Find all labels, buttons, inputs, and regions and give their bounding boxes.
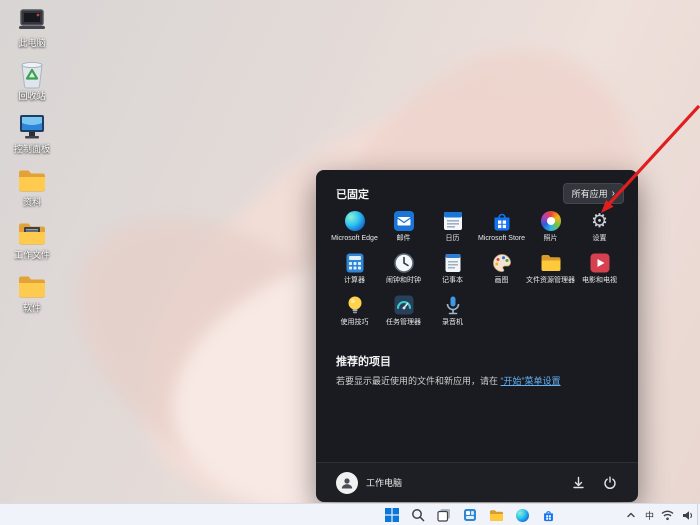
- desktop-icon-folder-2[interactable]: 工作文件: [2, 218, 62, 260]
- app-label: 计算器: [344, 277, 365, 284]
- app-label: 录音机: [442, 319, 463, 326]
- widgets-button[interactable]: [462, 507, 478, 523]
- start-menu-footer-actions: [570, 475, 618, 491]
- all-apps-button[interactable]: 所有应用 ›: [562, 183, 624, 204]
- taskbar-system-tray: 中: [625, 504, 694, 525]
- app-calendar[interactable]: 日历: [428, 210, 477, 243]
- app-movies-tv[interactable]: 电影和电视: [575, 252, 624, 285]
- notepad-icon: [442, 252, 464, 274]
- desktop-icon-control-panel[interactable]: 控制面板: [2, 112, 62, 154]
- app-photos[interactable]: 照片: [526, 210, 575, 243]
- app-label: 画图: [494, 277, 509, 284]
- recycle-bin-icon: [16, 59, 48, 89]
- download-updates-icon[interactable]: [570, 475, 586, 491]
- search-button[interactable]: [410, 507, 426, 523]
- pinned-app-grid: Microsoft Edge 邮件 日历 Microsoft Store 照片 …: [330, 210, 624, 327]
- app-notepad[interactable]: 记事本: [428, 252, 477, 285]
- folder-icon: [16, 271, 48, 301]
- taskbar-center-icons: [384, 504, 556, 525]
- desktop-screen: 此电脑 回收站 控制面板 资料 工作文件 软件 已固定 所有应用 › Micro…: [0, 0, 700, 525]
- app-label: 文件资源管理器: [526, 277, 575, 284]
- store-taskbar-button[interactable]: [540, 507, 556, 523]
- desktop-icon-label: 资料: [22, 197, 41, 207]
- desktop-icon-label: 软件: [22, 303, 41, 313]
- app-label: 使用技巧: [340, 319, 369, 326]
- user-name-label: 工作电脑: [366, 478, 403, 488]
- app-tips[interactable]: 使用技巧: [330, 294, 379, 327]
- app-label: Microsoft Edge: [331, 235, 378, 242]
- start-button[interactable]: [384, 507, 400, 523]
- monitor-icon: [16, 112, 48, 142]
- start-menu-footer: 工作电脑: [316, 462, 638, 502]
- desktop-icon-column: 此电脑 回收站 控制面板 资料 工作文件 软件: [2, 6, 64, 324]
- tray-chevron-up-icon[interactable]: [625, 509, 638, 522]
- power-button[interactable]: [602, 475, 618, 491]
- pinned-section-title: 已固定: [336, 188, 369, 201]
- app-microsoft-edge[interactable]: Microsoft Edge: [330, 210, 379, 243]
- movies-tv-icon: [589, 252, 611, 274]
- app-file-explorer[interactable]: 文件资源管理器: [526, 252, 575, 285]
- desktop-icon-label: 工作文件: [13, 250, 50, 260]
- network-wifi-icon[interactable]: [661, 509, 674, 522]
- app-label: 闹钟和时钟: [386, 277, 421, 284]
- app-task-manager[interactable]: 任务管理器: [379, 294, 428, 327]
- app-label: Microsoft Store: [477, 235, 526, 242]
- start-settings-link[interactable]: “开始”菜单设置: [501, 376, 561, 386]
- user-account-button[interactable]: 工作电脑: [336, 471, 403, 494]
- clock-icon: [393, 252, 415, 274]
- app-paint[interactable]: 画图: [477, 252, 526, 285]
- desktop-icon-label: 回收站: [18, 91, 46, 101]
- user-avatar: [336, 471, 358, 494]
- desktop-icon-recycle-bin[interactable]: 回收站: [2, 59, 62, 101]
- calculator-icon: [344, 252, 366, 274]
- recommended-hint: 若要显示最近使用的文件和新应用，请在 “开始”菜单设置: [336, 374, 561, 387]
- all-apps-label: 所有应用: [571, 189, 608, 199]
- desktop-icon-label: 此电脑: [18, 38, 46, 48]
- desktop-icon-this-pc[interactable]: 此电脑: [2, 6, 62, 48]
- file-explorer-button[interactable]: [488, 507, 504, 523]
- task-manager-icon: [393, 294, 415, 316]
- desktop-icon-folder-1[interactable]: 资料: [2, 165, 62, 207]
- folder-with-files-icon: [16, 218, 48, 248]
- edge-icon: [344, 210, 366, 232]
- app-voice-recorder[interactable]: 录音机: [428, 294, 477, 327]
- taskbar: 中: [0, 503, 700, 525]
- desktop-icon-folder-3[interactable]: 软件: [2, 271, 62, 313]
- app-microsoft-store[interactable]: Microsoft Store: [477, 210, 526, 243]
- store-icon: [491, 210, 513, 232]
- app-label: 记事本: [442, 277, 463, 284]
- chevron-right-icon: ›: [611, 188, 615, 199]
- folder-icon: [16, 165, 48, 195]
- app-label: 照片: [543, 235, 558, 242]
- microphone-icon: [442, 294, 464, 316]
- this-pc-icon: [16, 6, 48, 36]
- lightbulb-icon: [344, 294, 366, 316]
- volume-icon[interactable]: [681, 509, 694, 522]
- mail-icon: [393, 210, 415, 232]
- app-mail[interactable]: 邮件: [379, 210, 428, 243]
- app-calculator[interactable]: 计算器: [330, 252, 379, 285]
- desktop-icon-label: 控制面板: [13, 144, 50, 154]
- app-label: 电影和电视: [582, 277, 617, 284]
- recommended-section-title: 推荐的项目: [336, 356, 391, 368]
- start-menu: 已固定 所有应用 › Microsoft Edge 邮件 日历 Microsof…: [316, 170, 638, 502]
- paint-palette-icon: [491, 252, 513, 274]
- app-alarms-clock[interactable]: 闹钟和时钟: [379, 252, 428, 285]
- ime-language-indicator[interactable]: 中: [645, 509, 654, 522]
- calendar-icon: [442, 210, 464, 232]
- recommended-hint-text: 若要显示最近使用的文件和新应用，请在: [336, 376, 501, 386]
- start-menu-header: 已固定 所有应用 ›: [336, 183, 624, 204]
- app-label: 邮件: [396, 235, 411, 242]
- app-label: 日历: [445, 235, 460, 242]
- app-label: 任务管理器: [386, 319, 421, 326]
- photos-icon: [540, 210, 562, 232]
- task-view-button[interactable]: [436, 507, 452, 523]
- file-explorer-icon: [540, 252, 562, 274]
- settings-gear-icon: ⚙: [590, 210, 609, 232]
- app-label: 设置: [592, 235, 607, 242]
- app-settings[interactable]: ⚙ 设置: [575, 210, 624, 243]
- edge-taskbar-button[interactable]: [514, 507, 530, 523]
